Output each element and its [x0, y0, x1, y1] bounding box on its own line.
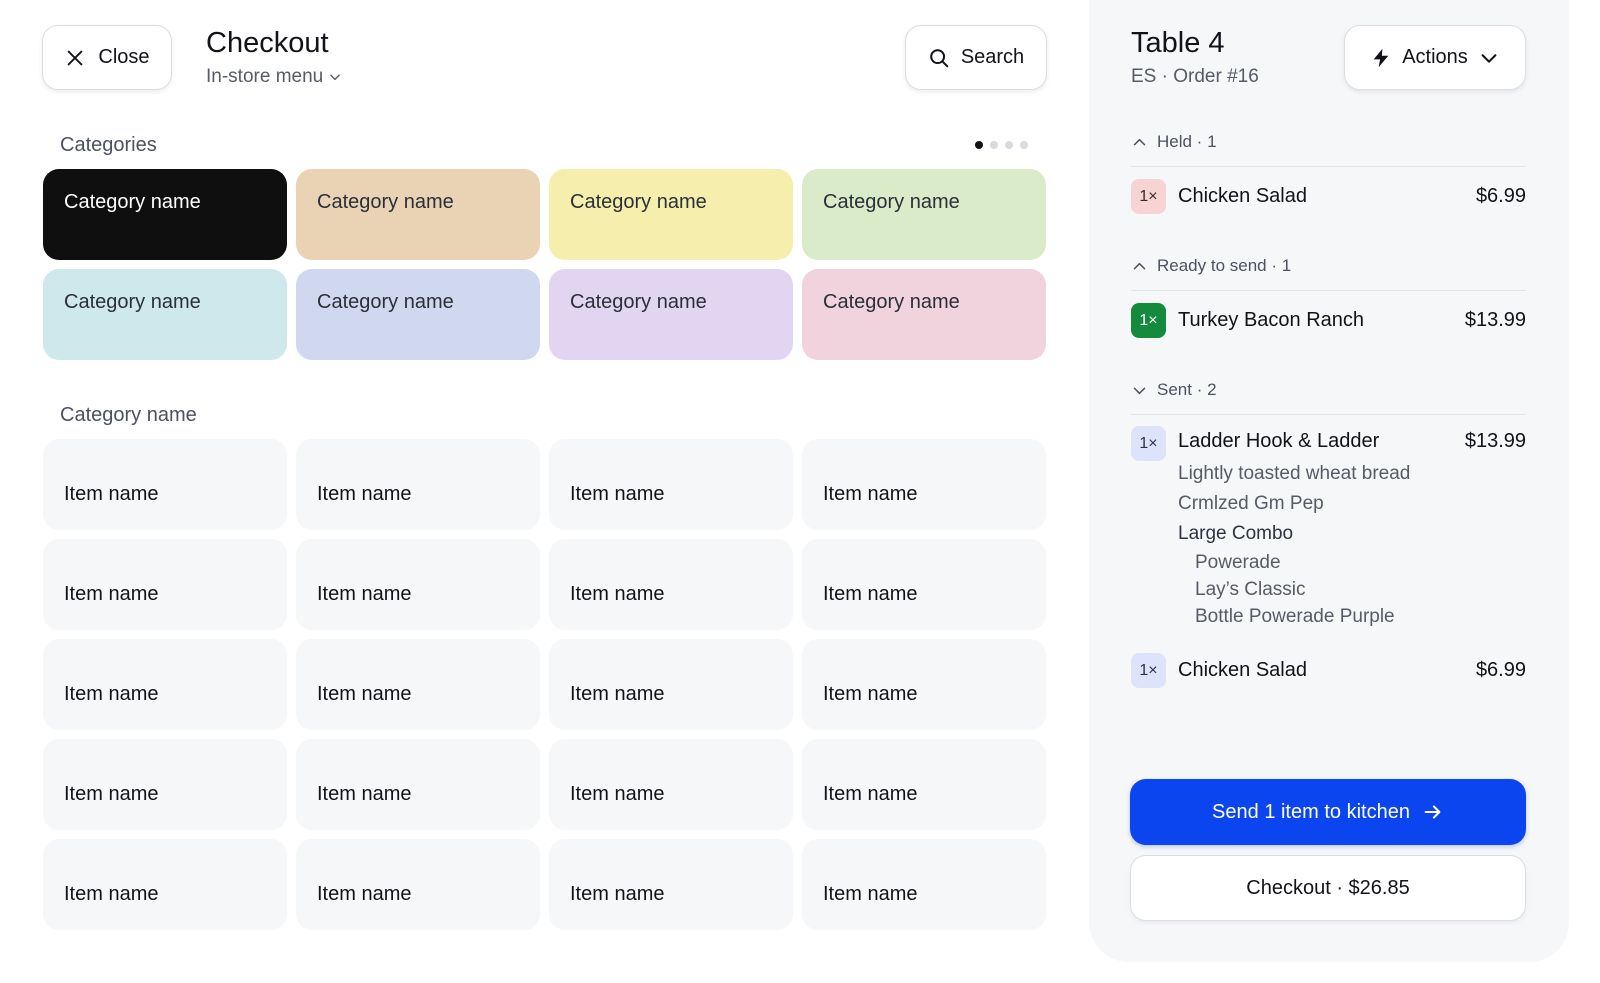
modifier: Lightly toasted wheat bread — [1178, 463, 1411, 484]
category-tile[interactable]: Category name — [549, 169, 793, 260]
line-item-price: $6.99 — [1475, 185, 1526, 207]
order-line[interactable]: 1× Turkey Bacon Ranch $13.99 — [1131, 303, 1526, 338]
chevron-down-icon — [330, 74, 341, 81]
menu-item-tile[interactable]: Item name — [549, 639, 793, 730]
menu-panel: Close Checkout In-store menu Search Cate… — [0, 0, 1090, 983]
quantity-badge: 1× — [1131, 179, 1166, 214]
pager-dot[interactable] — [975, 141, 983, 149]
held-group-toggle[interactable]: Held · 1 — [1131, 132, 1217, 152]
menu-item-tile[interactable]: Item name — [549, 439, 793, 530]
menu-item-tile[interactable]: Item name — [296, 839, 540, 930]
menu-item-grid: Item name Item name Item name Item name … — [43, 439, 1046, 930]
quantity-badge: 1× — [1131, 653, 1166, 688]
send-to-kitchen-label: Send 1 item to kitchen — [1212, 800, 1410, 823]
category-tile[interactable]: Category name — [802, 269, 1046, 360]
category-tile[interactable]: Category name — [43, 169, 287, 260]
order-panel: Table 4 ES · Order #16 Actions Held · 1 … — [1089, 0, 1569, 962]
chevron-up-icon — [1133, 262, 1146, 269]
close-label: Close — [98, 46, 150, 68]
combo-item: Bottle Powerade Purple — [1195, 606, 1395, 627]
menu-item-tile[interactable]: Item name — [296, 539, 540, 630]
menu-item-tile[interactable]: Item name — [549, 839, 793, 930]
order-line[interactable]: 1× Ladder Hook & Ladder Lightly toasted … — [1131, 426, 1526, 630]
line-item-name: Chicken Salad — [1178, 185, 1307, 207]
menu-item-tile[interactable]: Item name — [549, 739, 793, 830]
chevron-up-icon — [1133, 138, 1146, 145]
categories-heading: Categories — [60, 134, 157, 156]
chevron-down-icon — [1133, 387, 1146, 394]
lightning-icon — [1373, 48, 1389, 67]
menu-item-tile[interactable]: Item name — [43, 439, 287, 530]
order-line[interactable]: 1× Chicken Salad $6.99 — [1131, 653, 1526, 688]
menu-item-tile[interactable]: Item name — [802, 739, 1046, 830]
menu-item-tile[interactable]: Item name — [296, 639, 540, 730]
ready-group-toggle[interactable]: Ready to send · 1 — [1131, 256, 1291, 276]
category-tile[interactable]: Category name — [802, 169, 1046, 260]
arrow-right-icon — [1424, 805, 1441, 819]
combo-item: Lay’s Classic — [1195, 579, 1306, 600]
menu-items-heading: Category name — [60, 404, 197, 426]
menu-item-tile[interactable]: Item name — [802, 539, 1046, 630]
modifier: Crmlzed Gm Pep — [1178, 493, 1324, 514]
chevron-down-icon — [1481, 53, 1497, 63]
line-item-price: $13.99 — [1464, 430, 1526, 452]
menu-item-tile[interactable]: Item name — [549, 539, 793, 630]
close-button[interactable]: Close — [42, 25, 172, 90]
search-label: Search — [960, 46, 1025, 68]
table-title: Table 4 — [1131, 27, 1225, 59]
category-tile[interactable]: Category name — [43, 269, 287, 360]
order-subtitle: ES · Order #16 — [1131, 66, 1259, 87]
actions-label: Actions — [1402, 46, 1468, 68]
combo-label: Large Combo — [1178, 523, 1294, 544]
sent-group-toggle[interactable]: Sent · 2 — [1131, 380, 1217, 400]
menu-selector-label: In-store menu — [206, 66, 324, 87]
menu-item-tile[interactable]: Item name — [802, 439, 1046, 530]
line-item-price: $13.99 — [1464, 309, 1526, 331]
category-tile[interactable]: Category name — [549, 269, 793, 360]
category-tile[interactable]: Category name — [296, 269, 540, 360]
menu-item-tile[interactable]: Item name — [802, 839, 1046, 930]
divider — [1131, 290, 1526, 291]
quantity-badge: 1× — [1131, 426, 1166, 461]
line-item-price: $6.99 — [1475, 659, 1526, 681]
category-pager[interactable] — [975, 141, 1028, 149]
menu-item-tile[interactable]: Item name — [43, 539, 287, 630]
pager-dot[interactable] — [990, 141, 998, 149]
line-item-name: Chicken Salad — [1178, 659, 1307, 681]
search-button[interactable]: Search — [905, 25, 1047, 90]
combo-item: Powerade — [1195, 552, 1281, 573]
order-line[interactable]: 1× Chicken Salad $6.99 — [1131, 179, 1526, 214]
ready-group-label: Ready to send · 1 — [1157, 256, 1292, 275]
line-item-name: Ladder Hook & Ladder — [1178, 430, 1380, 452]
menu-item-tile[interactable]: Item name — [296, 439, 540, 530]
menu-item-tile[interactable]: Item name — [43, 739, 287, 830]
menu-item-tile[interactable]: Item name — [802, 639, 1046, 730]
pager-dot[interactable] — [1005, 141, 1013, 149]
held-group-label: Held · 1 — [1157, 132, 1217, 151]
sent-group-label: Sent · 2 — [1157, 380, 1217, 399]
search-icon — [930, 48, 949, 67]
menu-item-tile[interactable]: Item name — [43, 639, 287, 730]
close-icon — [68, 50, 83, 65]
category-tile[interactable]: Category name — [296, 169, 540, 260]
menu-item-tile[interactable]: Item name — [296, 739, 540, 830]
checkout-label: Checkout · $26.85 — [1246, 876, 1410, 899]
menu-item-tile[interactable]: Item name — [43, 839, 287, 930]
divider — [1131, 166, 1526, 167]
page-title: Checkout — [206, 27, 329, 59]
checkout-button[interactable]: Checkout · $26.85 — [1130, 855, 1526, 921]
line-item-name: Turkey Bacon Ranch — [1178, 309, 1365, 331]
category-grid: Category name Category name Category nam… — [43, 169, 1046, 360]
divider — [1131, 414, 1526, 415]
actions-button[interactable]: Actions — [1344, 25, 1526, 90]
pager-dot[interactable] — [1020, 141, 1028, 149]
send-to-kitchen-button[interactable]: Send 1 item to kitchen — [1130, 779, 1526, 845]
quantity-badge: 1× — [1131, 303, 1166, 338]
menu-selector[interactable]: In-store menu — [206, 66, 342, 88]
